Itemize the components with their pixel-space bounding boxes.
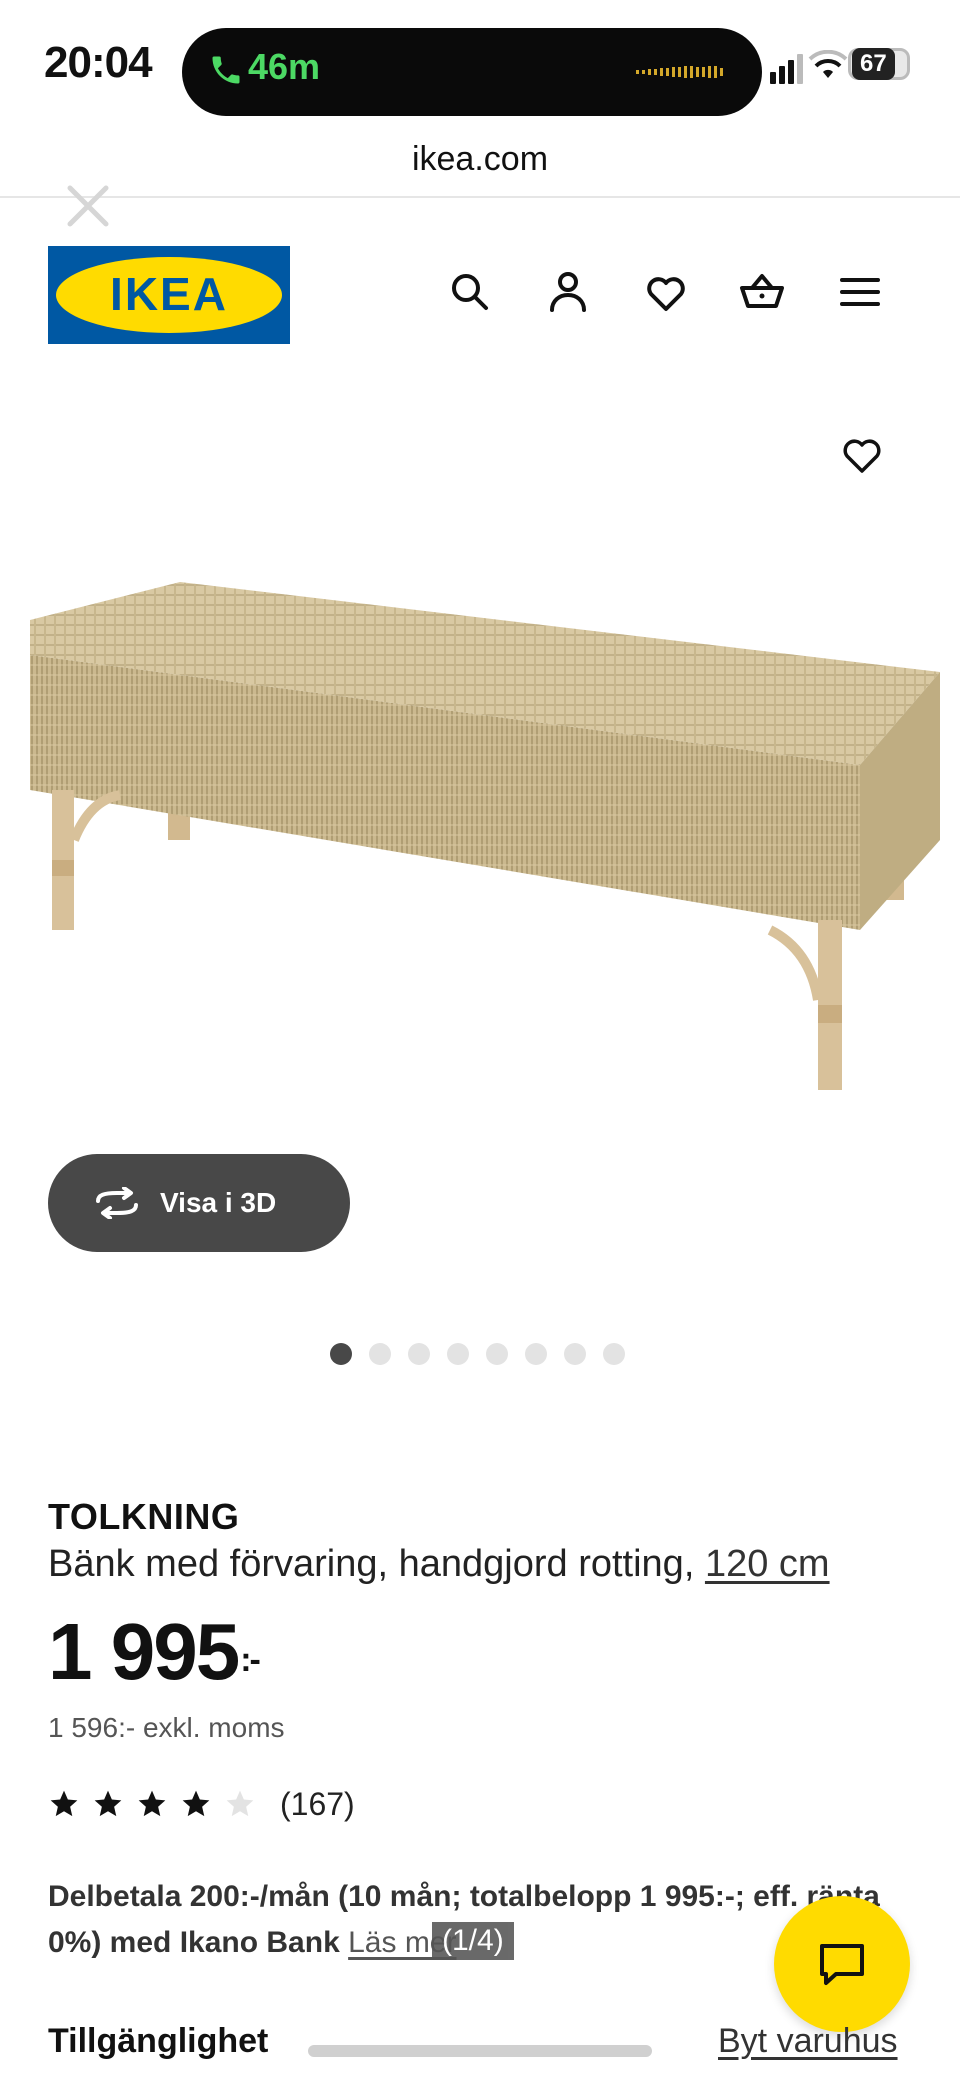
basket-icon[interactable] [738,268,786,316]
carousel-dot[interactable] [447,1343,469,1365]
svg-text:IKEA: IKEA [110,268,228,320]
carousel-dot[interactable] [525,1343,547,1365]
product-description-text: Bänk med förvaring, handgjord rotting, [48,1543,695,1585]
view-in-3d-button[interactable]: Visa i 3D [48,1154,350,1252]
availability-heading: Tillgänglighet [48,2022,269,2060]
price-suffix: :- [240,1641,261,1679]
phone-icon [212,56,240,84]
close-icon[interactable] [62,180,114,232]
carousel-dot[interactable] [564,1343,586,1365]
carousel-dot[interactable] [603,1343,625,1365]
product-price: 1 995:- [48,1606,261,1698]
carousel-dot[interactable] [330,1343,352,1365]
menu-icon[interactable] [836,268,884,316]
call-duration: 46m [248,46,321,87]
rating-stars[interactable] [48,1788,256,1820]
star-filled-icon [50,1790,78,1817]
wifi-icon [808,50,848,78]
ikea-logo[interactable]: IKEA [48,246,290,344]
chat-button[interactable] [774,1896,910,2032]
carousel-dot[interactable] [408,1343,430,1365]
home-indicator[interactable] [308,2045,652,2057]
screenshot-page-indicator: (1/4) [432,1922,514,1960]
cellular-signal-icon [770,54,803,84]
carousel-dot[interactable] [369,1343,391,1365]
price-value: 1 995 [48,1607,240,1696]
wishlist-icon[interactable] [642,268,690,316]
view-in-3d-label: Visa i 3D [160,1187,277,1218]
rotate-3d-icon [96,1187,138,1219]
divider [0,196,960,198]
product-description: Bänk med förvaring, handgjord rotting, 1… [48,1543,830,1586]
audio-waveform-icon [636,66,723,78]
star-filled-icon [182,1790,210,1817]
product-size-link[interactable]: 120 cm [705,1543,830,1585]
star-filled-icon [138,1790,166,1817]
star-filled-icon [94,1790,122,1817]
search-icon[interactable] [446,268,494,316]
chat-bubble-icon [820,1944,864,1985]
image-carousel-dots[interactable] [330,1343,625,1365]
carousel-dot[interactable] [486,1343,508,1365]
add-to-wishlist-heart-icon[interactable] [838,430,886,478]
status-time: 20:04 [44,38,153,87]
product-image-rattan-bench[interactable] [20,560,940,1100]
url-bar[interactable]: ikea.com [0,140,960,179]
price-excl-vat: 1 596:- exkl. moms [48,1712,285,1743]
star-empty-icon [226,1790,254,1817]
change-store-link[interactable]: Byt varuhus [718,2022,898,2061]
battery-level: 67 [852,48,895,80]
account-icon[interactable] [544,268,592,316]
rating-count[interactable]: (167) [280,1786,355,1823]
product-name: TOLKNING [48,1496,240,1537]
